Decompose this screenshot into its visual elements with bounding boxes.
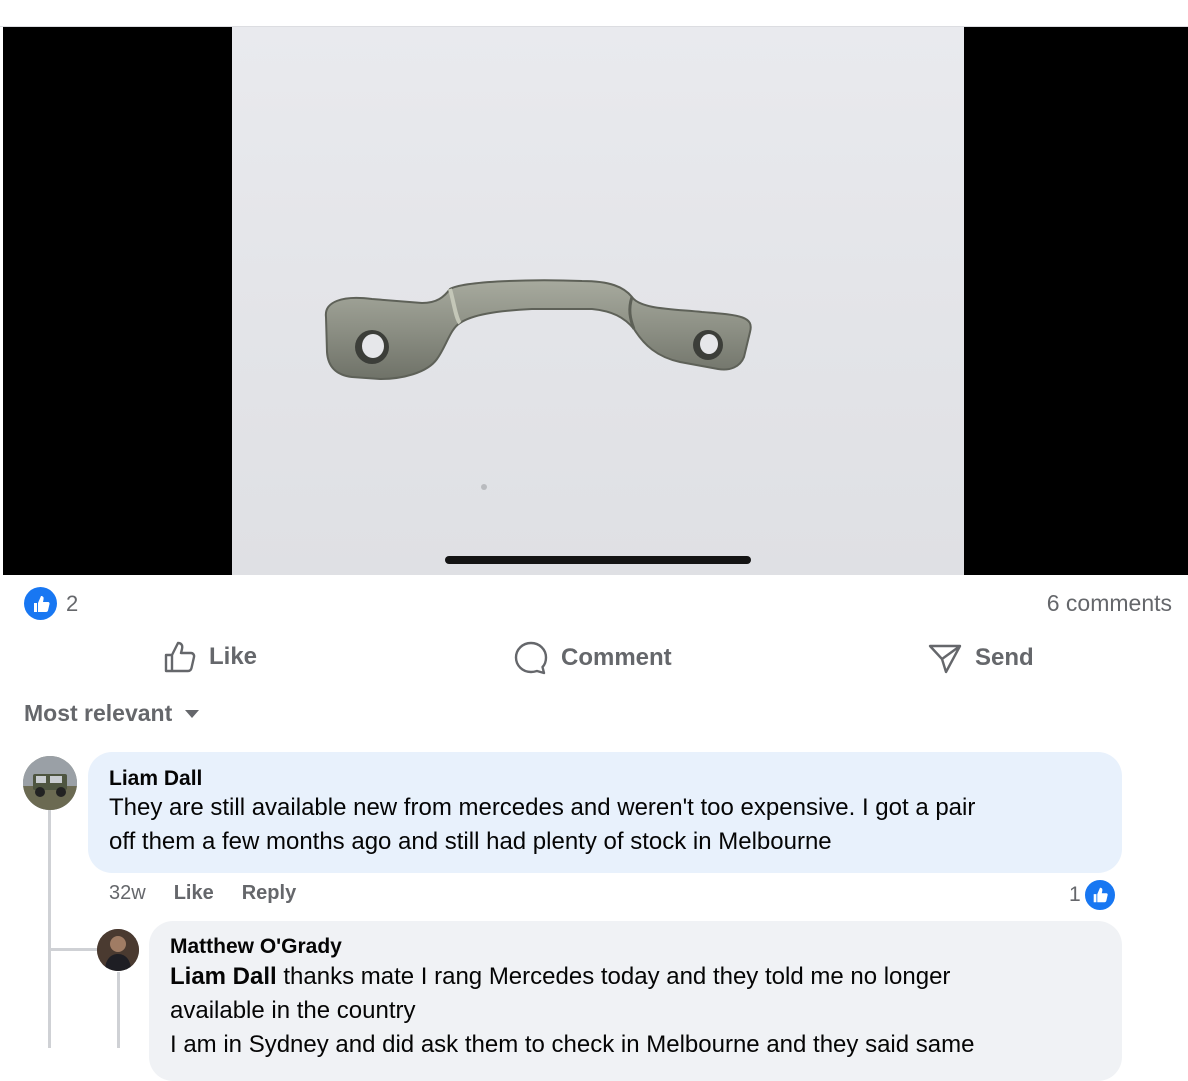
reply-text-line: available in the country bbox=[170, 997, 416, 1024]
like-label: Like bbox=[209, 643, 258, 670]
reaction-count: 2 bbox=[66, 590, 79, 616]
comment-button[interactable]: Comment bbox=[513, 640, 672, 676]
send-label: Send bbox=[975, 644, 1034, 671]
post-action-bar: Like Comment Send bbox=[0, 630, 1188, 686]
avatar-landrover-image bbox=[23, 756, 77, 810]
post-reactions[interactable]: 2 bbox=[24, 587, 78, 620]
sort-label: Most relevant bbox=[24, 700, 173, 726]
comment-label: Comment bbox=[561, 644, 672, 671]
comment-text-line: off them a few months ago and still had … bbox=[109, 828, 832, 855]
top-strip bbox=[0, 0, 1188, 27]
mention-link[interactable]: Liam Dall bbox=[170, 963, 277, 990]
comment-author[interactable]: Liam Dall bbox=[109, 767, 202, 791]
comment-bubble-icon bbox=[514, 641, 548, 675]
like-reaction-icon bbox=[1082, 878, 1117, 912]
reply-text-line: I am in Sydney and did ask them to check… bbox=[170, 1031, 975, 1058]
metal-bracket-image bbox=[324, 279, 752, 490]
reply-thread-line bbox=[117, 972, 120, 1048]
reply-text-rest: thanks mate I rang Mercedes today and th… bbox=[276, 963, 951, 990]
reply-text-line: Liam Dall thanks mate I rang Mercedes to… bbox=[170, 960, 950, 994]
comments-count[interactable]: 6 comments bbox=[1047, 590, 1172, 617]
send-button[interactable]: Send bbox=[927, 640, 1034, 676]
comment-reply-button[interactable]: Reply bbox=[242, 882, 296, 905]
sort-caret-icon bbox=[185, 709, 200, 718]
comment-timestamp[interactable]: 32w bbox=[109, 882, 146, 905]
comment-sort-dropdown[interactable]: Most relevant bbox=[24, 700, 200, 727]
post-media[interactable] bbox=[3, 27, 1188, 575]
avatar[interactable] bbox=[97, 929, 139, 971]
comment-reaction-count: 1 bbox=[1069, 883, 1081, 906]
avatar[interactable] bbox=[23, 756, 77, 810]
thread-connector bbox=[48, 948, 98, 951]
video-scrub-bar[interactable] bbox=[445, 556, 751, 564]
comment-reaction[interactable]: 1 bbox=[1069, 878, 1117, 912]
avatar-person-image bbox=[97, 929, 139, 971]
like-thumb-icon bbox=[164, 641, 196, 673]
reply-author[interactable]: Matthew O'Grady bbox=[170, 935, 342, 959]
comment-text-line: They are still available new from merced… bbox=[109, 794, 976, 821]
comment-like-button[interactable]: Like bbox=[174, 882, 214, 905]
post-photo[interactable] bbox=[232, 27, 964, 575]
like-button[interactable]: Like bbox=[163, 640, 257, 674]
like-reaction-icon bbox=[24, 587, 57, 620]
thread-line bbox=[48, 810, 51, 1048]
send-icon bbox=[928, 644, 962, 674]
comment-meta: 32w Like Reply bbox=[109, 882, 324, 905]
